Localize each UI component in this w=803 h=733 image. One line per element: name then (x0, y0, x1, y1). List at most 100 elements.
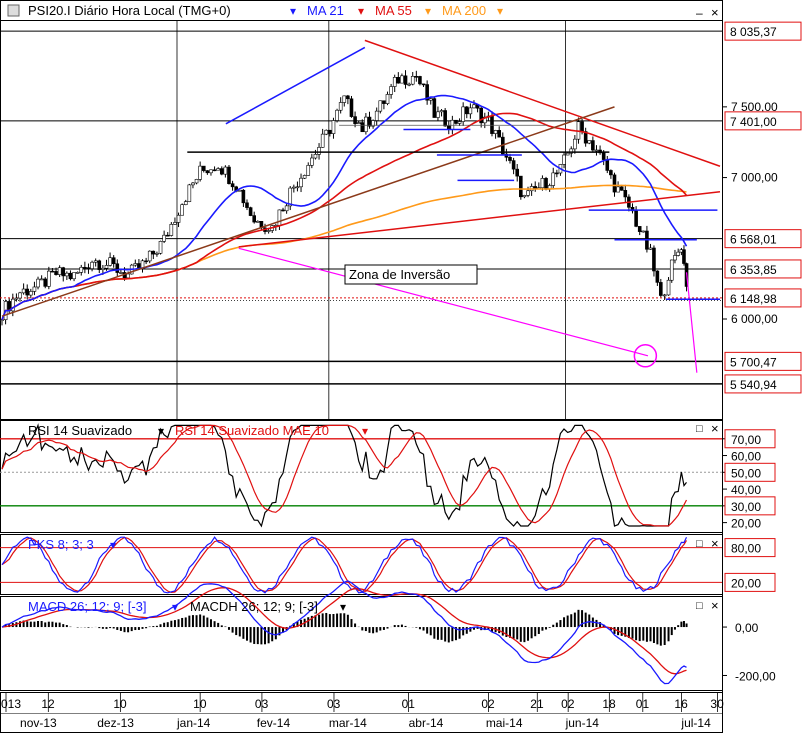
candle-body (508, 156, 512, 161)
candle-body (223, 166, 228, 175)
candle-body (18, 292, 22, 299)
candle-body (176, 214, 181, 223)
candle-body (374, 110, 379, 121)
x-day-label: 30 (710, 697, 724, 711)
x-month-label: jan-14 (176, 716, 211, 730)
candle-body (666, 279, 671, 296)
price-level-label: 6 568,01 (730, 233, 777, 247)
ma55-dropdown-icon[interactable]: ▾ (358, 4, 364, 18)
candle-body (612, 174, 617, 193)
candle-body (619, 186, 624, 191)
rsi-tick-label: 20,00 (731, 517, 761, 531)
candle-body (32, 286, 37, 292)
candle-body (515, 168, 520, 177)
candle-body (212, 169, 217, 172)
ma200-arrow-icon[interactable]: ▾ (497, 4, 503, 18)
candle-body (324, 129, 329, 135)
candle-body (637, 226, 642, 232)
candle-body (241, 189, 246, 204)
ma55-label[interactable]: MA 55 (375, 3, 412, 18)
price-level-label: 5 540,94 (730, 378, 777, 392)
candle-body (173, 222, 177, 225)
pks-restore-icon[interactable]: □ (696, 538, 703, 550)
candle-body (454, 119, 458, 124)
candle-body (418, 76, 422, 85)
candle-body (562, 154, 566, 165)
macd-close-icon[interactable]: × (711, 598, 719, 613)
candle-body (414, 76, 419, 78)
macd-restore-icon[interactable]: □ (696, 600, 703, 612)
x-day-label: 03 (327, 697, 341, 711)
candle-body (443, 110, 447, 127)
candle-body (277, 209, 282, 226)
ma21-dropdown-icon[interactable]: ▾ (290, 4, 296, 18)
candle-body (295, 186, 300, 189)
candle-body (248, 207, 253, 216)
candle-body (306, 165, 311, 176)
candle-body (655, 270, 660, 283)
rsi-restore-icon[interactable]: □ (696, 423, 703, 435)
rsi-title: RSI 14 Suavizado (28, 423, 132, 438)
candle-body (382, 100, 386, 104)
candle-body (407, 83, 411, 86)
x-month-label: dez-13 (97, 716, 134, 730)
x-month-label: nov-13 (20, 716, 57, 730)
candle-body (497, 130, 501, 138)
candle-body (522, 195, 527, 198)
ma200-dropdown-icon[interactable]: ▾ (425, 4, 431, 18)
pks-dropdown-icon[interactable]: ▾ (110, 538, 116, 552)
price-level-label: 6 148,98 (730, 292, 777, 306)
candle-body (356, 122, 361, 124)
instrument-icon[interactable] (7, 4, 20, 17)
macd-dropdown-icon[interactable]: ▾ (172, 600, 178, 614)
candle-body (673, 255, 677, 261)
candle-body (616, 186, 620, 193)
x-day-label: 03 (255, 697, 269, 711)
candle-body (256, 220, 260, 223)
candle-body (75, 272, 80, 274)
candle-body (328, 129, 332, 134)
candle-body (565, 152, 570, 156)
candle-body (266, 230, 271, 232)
candle-body (281, 209, 285, 212)
price-level-label: 8 035,37 (730, 25, 777, 39)
candle-body (216, 168, 220, 171)
price-minimize-icon[interactable]: – (696, 6, 703, 20)
candle-body (108, 257, 112, 266)
candle-body (320, 133, 325, 148)
macd-title: MACD 26; 12; 9; [-3] (28, 599, 147, 614)
price-tick-label: 7 000,00 (731, 171, 778, 185)
candle-body (601, 152, 606, 160)
price-tick-label: 6 000,00 (731, 312, 778, 326)
candle-body (86, 267, 91, 269)
candle-body (245, 202, 249, 208)
macd-tick-label: 0,00 (735, 621, 759, 635)
candle-body (155, 252, 159, 255)
pks-tick-label: 80,00 (731, 542, 761, 556)
candle-body (659, 282, 663, 296)
ma200-label[interactable]: MA 200 (442, 3, 486, 18)
x-month-label: mar-14 (329, 716, 367, 730)
instrument-title: PSI20.I Diário Hora Local (TMG+0) (28, 3, 231, 18)
pks-close-icon[interactable]: × (711, 536, 719, 551)
rsi-close-icon[interactable]: × (711, 421, 719, 436)
price-close-icon[interactable]: × (711, 5, 719, 20)
candle-body (72, 272, 76, 280)
candle-body (634, 210, 638, 227)
candle-body (47, 270, 51, 287)
macdh-dropdown-icon[interactable]: ▾ (340, 600, 346, 614)
candle-body (403, 75, 408, 85)
candle-body (652, 247, 656, 272)
candle-body (0, 319, 4, 322)
candle-body (378, 100, 383, 112)
ma21-label[interactable]: MA 21 (307, 3, 344, 18)
x-month-label: abr-14 (409, 716, 444, 730)
candle-body (140, 260, 145, 269)
candle-body (147, 250, 152, 262)
rsi-dropdown-icon[interactable]: ▾ (158, 424, 164, 438)
candle-body (101, 267, 105, 270)
candle-body (115, 263, 120, 273)
rsi-ma-dropdown-icon[interactable]: ▾ (362, 424, 368, 438)
price-level-label: 7 401,00 (730, 115, 777, 129)
candle-body (133, 263, 138, 266)
